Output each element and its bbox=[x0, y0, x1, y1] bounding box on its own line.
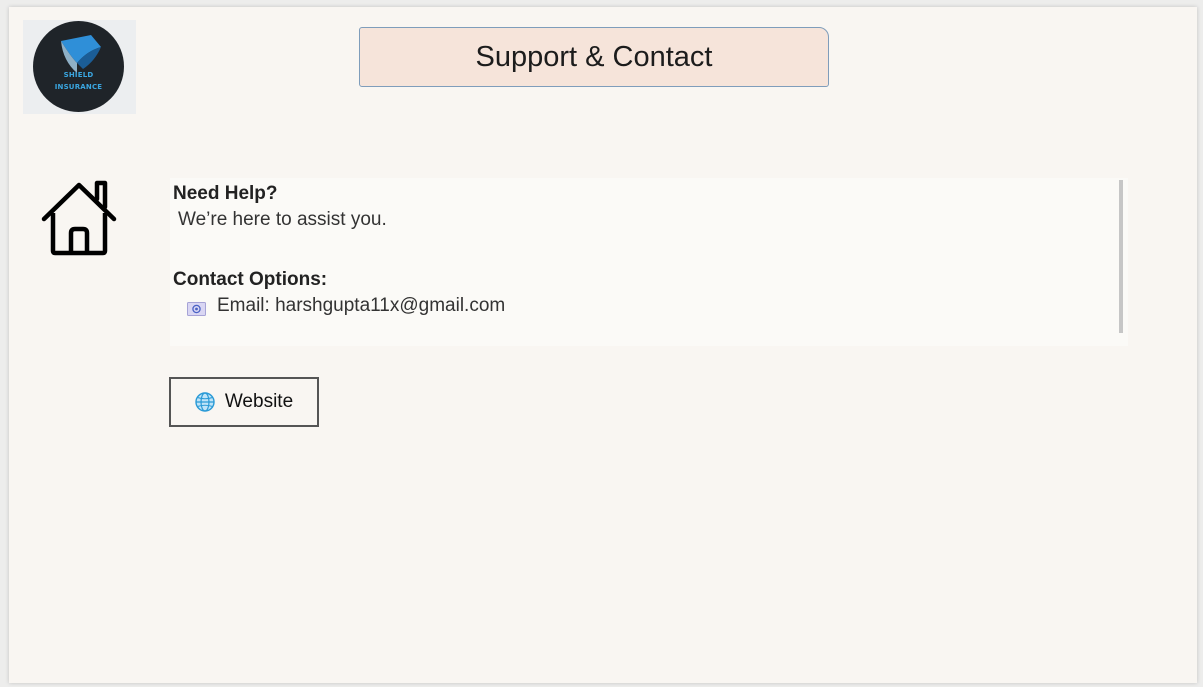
website-button[interactable]: Website bbox=[169, 377, 319, 427]
email-text: Email: harshgupta11x@gmail.com bbox=[217, 295, 506, 316]
page-title: Support & Contact bbox=[359, 27, 829, 87]
shield-icon bbox=[61, 35, 101, 73]
company-logo: SHIELD INSURANCE bbox=[23, 20, 136, 114]
website-label: Website bbox=[224, 391, 294, 412]
contact-options-heading: Contact Options: bbox=[173, 269, 328, 290]
app-window: SHIELD INSURANCE Support & Contact Need … bbox=[9, 7, 1197, 683]
email-contact: Email: harshgupta11x@gmail.com bbox=[187, 295, 505, 317]
logo-text-line2: INSURANCE bbox=[54, 83, 103, 91]
help-heading: Need Help? bbox=[173, 183, 278, 204]
logo-emblem: SHIELD INSURANCE bbox=[33, 21, 124, 112]
globe-icon bbox=[195, 392, 215, 412]
help-card: Need Help? We’re here to assist you. Con… bbox=[170, 178, 1128, 346]
logo-text-line1: SHIELD bbox=[63, 71, 94, 79]
home-button[interactable] bbox=[40, 177, 120, 257]
help-subtext: We’re here to assist you. bbox=[178, 209, 387, 230]
card-scrollbar[interactable] bbox=[1119, 180, 1123, 333]
envelope-icon bbox=[187, 300, 206, 316]
home-icon bbox=[41, 180, 117, 256]
